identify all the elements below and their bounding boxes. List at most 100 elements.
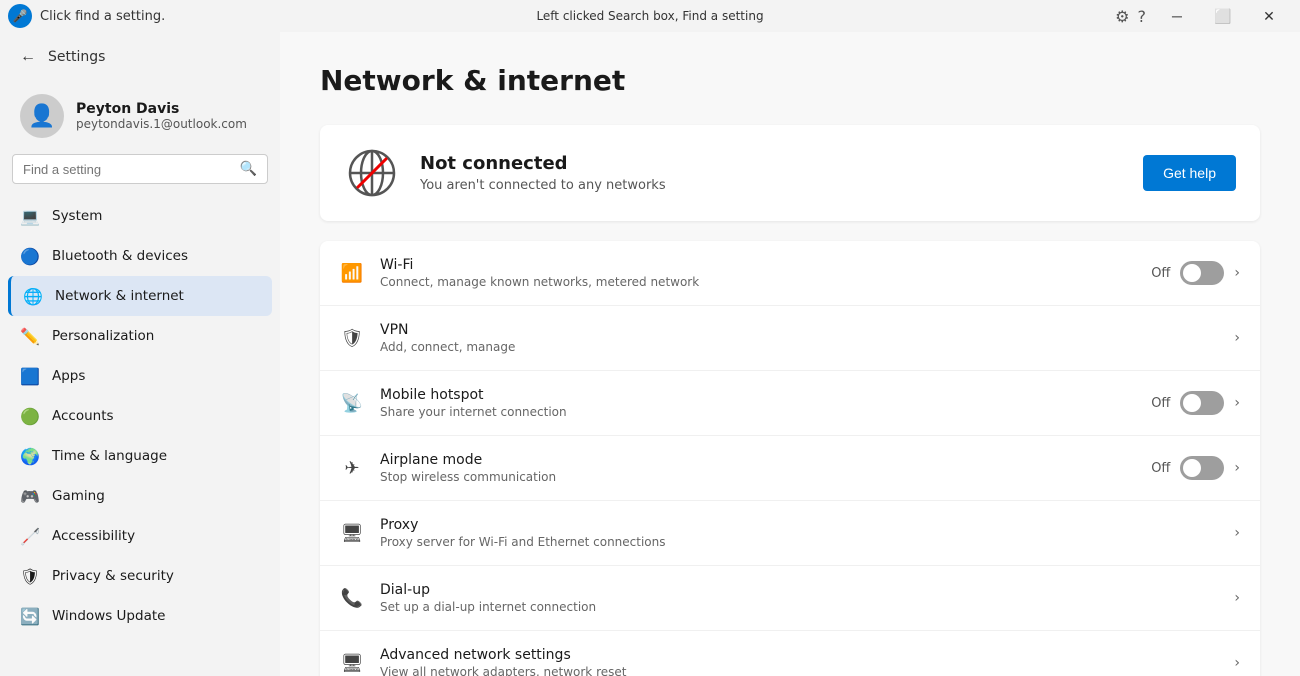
personalization-nav-icon: ✏️ bbox=[20, 326, 40, 346]
search-box[interactable]: 🔍 bbox=[12, 154, 268, 184]
bluetooth-nav-icon: 🔵 bbox=[20, 246, 40, 266]
settings-label: Settings bbox=[48, 49, 105, 65]
setting-desc-wifi: Connect, manage known networks, metered … bbox=[380, 275, 1135, 289]
sidebar-item-apps[interactable]: 🟦 Apps bbox=[8, 356, 272, 396]
sidebar-item-label-gaming: Gaming bbox=[52, 488, 105, 504]
sidebar-item-privacy[interactable]: 🛡 Privacy & security bbox=[8, 556, 272, 596]
status-title: Not connected bbox=[420, 153, 1123, 174]
mic-hint-text: Click find a setting. bbox=[40, 9, 165, 24]
setting-desc-dialup: Set up a dial-up internet connection bbox=[380, 600, 1218, 614]
main-content: Network & internet Not connected You are… bbox=[280, 32, 1300, 676]
sidebar-item-personalization[interactable]: ✏️ Personalization bbox=[8, 316, 272, 356]
hotspot-icon: 📡 bbox=[340, 391, 364, 415]
title-bar-right-group: ⚙ ? ─ ⬜ ✕ bbox=[1115, 0, 1292, 32]
sidebar-item-network[interactable]: 🌐 Network & internet bbox=[8, 276, 272, 316]
title-bar: 🎤 Click find a setting. Left clicked Sea… bbox=[0, 0, 1300, 32]
sidebar-item-bluetooth[interactable]: 🔵 Bluetooth & devices bbox=[8, 236, 272, 276]
sidebar-item-gaming[interactable]: 🎮 Gaming bbox=[8, 476, 272, 516]
sidebar-item-label-network: Network & internet bbox=[55, 288, 184, 304]
privacy-nav-icon: 🛡 bbox=[20, 566, 40, 586]
setting-desc-vpn: Add, connect, manage bbox=[380, 340, 1218, 354]
setting-item-proxy[interactable]: 🖥 Proxy Proxy server for Wi-Fi and Etherne… bbox=[320, 501, 1260, 566]
app-container: ← Settings 👤 Peyton Davis peytondavis.1@… bbox=[0, 32, 1300, 676]
gaming-nav-icon: 🎮 bbox=[20, 486, 40, 506]
toggle-hotspot[interactable] bbox=[1180, 391, 1224, 415]
chevron-airplane: › bbox=[1234, 460, 1240, 476]
sidebar-item-time[interactable]: 🌍 Time & language bbox=[8, 436, 272, 476]
sidebar-item-update[interactable]: 🔄Windows Update bbox=[8, 596, 272, 636]
setting-name-dialup: Dial-up bbox=[380, 582, 1218, 598]
sidebar-item-label-time: Time & language bbox=[52, 448, 167, 464]
sidebar-item-system[interactable]: 💻 System bbox=[8, 196, 272, 236]
sidebar-item-accessibility[interactable]: 🦯 Accessibility bbox=[8, 516, 272, 556]
sidebar-item-label-privacy: Privacy & security bbox=[52, 568, 174, 584]
setting-desc-advanced: View all network adapters, network reset bbox=[380, 665, 1218, 676]
accessibility-nav-icon: 🦯 bbox=[20, 526, 40, 546]
sidebar-nav: 💻 System 🔵 Bluetooth & devices 🌐 Network & in… bbox=[8, 196, 272, 636]
setting-item-hotspot[interactable]: 📡Mobile hotspotShare your internet conne… bbox=[320, 371, 1260, 436]
avatar: 👤 bbox=[20, 94, 64, 138]
user-profile: 👤 Peyton Davis peytondavis.1@outlook.com bbox=[8, 86, 272, 154]
toggle-label-hotspot: Off bbox=[1151, 396, 1170, 411]
apps-nav-icon: 🟦 bbox=[20, 366, 40, 386]
user-email: peytondavis.1@outlook.com bbox=[76, 117, 247, 131]
setting-item-vpn[interactable]: 🛡VPNAdd, connect, manage› bbox=[320, 306, 1260, 371]
gear-icon[interactable]: ⚙ bbox=[1115, 7, 1129, 26]
vpn-icon: 🛡 bbox=[340, 326, 364, 350]
sidebar-item-label-accessibility: Accessibility bbox=[52, 528, 135, 544]
setting-desc-hotspot: Share your internet connection bbox=[380, 405, 1135, 419]
toggle-airplane[interactable] bbox=[1180, 456, 1224, 480]
chevron-advanced: › bbox=[1234, 655, 1240, 671]
sidebar-item-label-personalization: Personalization bbox=[52, 328, 154, 344]
window-controls: ─ ⬜ ✕ bbox=[1154, 0, 1292, 32]
status-info: Not connected You aren't connected to an… bbox=[420, 153, 1123, 193]
setting-name-advanced: Advanced network settings bbox=[380, 647, 1218, 663]
title-bar-center-text: Left clicked Search box, Find a setting bbox=[536, 9, 763, 23]
update-nav-icon: 🔄 bbox=[20, 606, 40, 626]
search-icon: 🔍 bbox=[240, 161, 257, 177]
chevron-hotspot: › bbox=[1234, 395, 1240, 411]
user-info: Peyton Davis peytondavis.1@outlook.com bbox=[76, 101, 247, 131]
get-help-button[interactable]: Get help bbox=[1143, 155, 1236, 191]
time-nav-icon: 🌍 bbox=[20, 446, 40, 466]
sidebar-item-label-apps: Apps bbox=[52, 368, 85, 384]
toggle-label-airplane: Off bbox=[1151, 461, 1170, 476]
chevron-wifi: › bbox=[1234, 265, 1240, 281]
setting-name-airplane: Airplane mode bbox=[380, 452, 1135, 468]
sidebar-item-label-system: System bbox=[52, 208, 102, 224]
minimize-button[interactable]: ─ bbox=[1154, 0, 1200, 32]
back-button[interactable]: ← bbox=[16, 44, 40, 70]
sidebar-item-label-bluetooth: Bluetooth & devices bbox=[52, 248, 188, 264]
chevron-dialup: › bbox=[1234, 590, 1240, 606]
sidebar-item-accounts[interactable]: 🟢Accounts bbox=[8, 396, 272, 436]
title-bar-icons: ⚙ ? bbox=[1115, 7, 1146, 26]
setting-desc-proxy: Proxy server for Wi-Fi and Ethernet conn… bbox=[380, 535, 1218, 549]
airplane-icon: ✈ bbox=[340, 456, 364, 480]
wifi-icon: 📶 bbox=[340, 261, 364, 285]
setting-name-wifi: Wi-Fi bbox=[380, 257, 1135, 273]
restore-button[interactable]: ⬜ bbox=[1200, 0, 1246, 32]
advanced-icon: 🖥 bbox=[340, 651, 364, 675]
chevron-vpn: › bbox=[1234, 330, 1240, 346]
user-name: Peyton Davis bbox=[76, 101, 247, 117]
chevron-proxy: › bbox=[1234, 525, 1240, 541]
page-title: Network & internet bbox=[320, 64, 1260, 97]
network-status-icon bbox=[344, 145, 400, 201]
setting-item-dialup[interactable]: 📞Dial-upSet up a dial-up internet connec… bbox=[320, 566, 1260, 631]
status-card: Not connected You aren't connected to an… bbox=[320, 125, 1260, 221]
proxy-icon: 🖥 bbox=[340, 521, 364, 545]
close-button[interactable]: ✕ bbox=[1246, 0, 1292, 32]
toggle-wifi[interactable] bbox=[1180, 261, 1224, 285]
search-input[interactable] bbox=[23, 162, 232, 177]
setting-item-airplane[interactable]: ✈Airplane modeStop wireless communicatio… bbox=[320, 436, 1260, 501]
setting-name-proxy: Proxy bbox=[380, 517, 1218, 533]
mic-icon[interactable]: 🎤 bbox=[8, 4, 32, 28]
settings-list: 📶 Wi-Fi Connect, manage known networks, me… bbox=[320, 241, 1260, 676]
setting-item-advanced[interactable]: 🖥 Advanced network settings View all netwo… bbox=[320, 631, 1260, 676]
accounts-nav-icon: 🟢 bbox=[20, 406, 40, 426]
network-nav-icon: 🌐 bbox=[23, 286, 43, 306]
help-icon[interactable]: ? bbox=[1138, 7, 1147, 26]
toggle-label-wifi: Off bbox=[1151, 266, 1170, 281]
system-nav-icon: 💻 bbox=[20, 206, 40, 226]
setting-item-wifi[interactable]: 📶 Wi-Fi Connect, manage known networks, me… bbox=[320, 241, 1260, 306]
